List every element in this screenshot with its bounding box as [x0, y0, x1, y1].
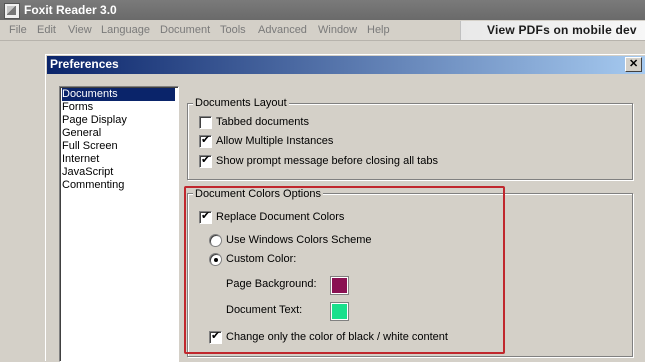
highlight-annotation-box [184, 186, 505, 354]
menu-help[interactable]: Help [367, 24, 390, 36]
allow-multiple-instances-checkbox[interactable] [199, 133, 212, 148]
category-javascript[interactable]: JavaScript [62, 166, 175, 179]
promo-banner[interactable]: View PDFs on mobile dev [460, 21, 645, 40]
category-page-display[interactable]: Page Display [62, 114, 175, 127]
category-documents[interactable]: Documents [62, 88, 175, 101]
tabbed-documents-checkbox[interactable] [199, 116, 212, 129]
dialog-title: Preferences [50, 57, 119, 71]
menu-edit[interactable]: Edit [37, 24, 56, 36]
menu-language[interactable]: Language [101, 24, 150, 36]
promo-banner-text: View PDFs on mobile dev [487, 23, 637, 37]
menu-tools[interactable]: Tools [220, 24, 246, 36]
menu-window[interactable]: Window [318, 24, 357, 36]
app-title: Foxit Reader 3.0 [24, 3, 117, 17]
category-commenting[interactable]: Commenting [62, 179, 175, 192]
menu-document[interactable]: Document [160, 24, 210, 36]
menu-view[interactable]: View [68, 24, 92, 36]
tabbed-documents-label: Tabbed documents [216, 116, 309, 128]
show-prompt-label: Show prompt message before closing all t… [216, 155, 438, 167]
show-prompt-checkbox[interactable] [199, 153, 212, 168]
dialog-close-button[interactable]: ✕ [625, 57, 642, 72]
foxit-app-icon [4, 3, 20, 19]
allow-multiple-instances-label: Allow Multiple Instances [216, 135, 334, 147]
category-forms[interactable]: Forms [62, 101, 175, 114]
menu-advanced[interactable]: Advanced [258, 24, 307, 36]
documents-layout-title: Documents Layout [193, 97, 289, 109]
dialog-title-bar[interactable] [47, 56, 645, 74]
category-internet[interactable]: Internet [62, 153, 175, 166]
category-general[interactable]: General [62, 127, 175, 140]
menu-file[interactable]: File [9, 24, 27, 36]
close-icon: ✕ [629, 58, 639, 70]
category-full-screen[interactable]: Full Screen [62, 140, 175, 153]
